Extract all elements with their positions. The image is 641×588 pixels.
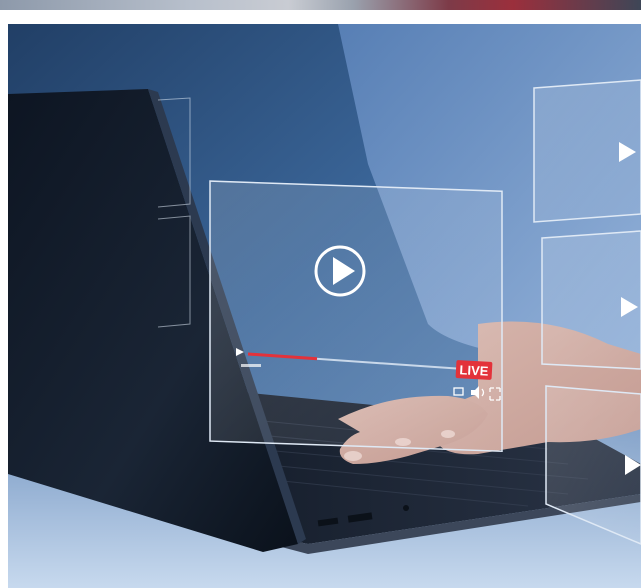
thumbnail-2[interactable] xyxy=(541,230,641,370)
video-player-overlay: LIVE xyxy=(209,180,503,453)
laptop-port xyxy=(403,505,409,511)
video-frame xyxy=(209,180,503,453)
photo: LIVE xyxy=(8,24,641,588)
live-badge: LIVE xyxy=(455,360,493,380)
live-label: LIVE xyxy=(459,362,489,379)
time-indicator xyxy=(241,364,261,367)
stage: LIVE xyxy=(0,0,641,588)
scene-svg: LIVE xyxy=(8,24,641,588)
previous-image-strip xyxy=(0,0,641,10)
